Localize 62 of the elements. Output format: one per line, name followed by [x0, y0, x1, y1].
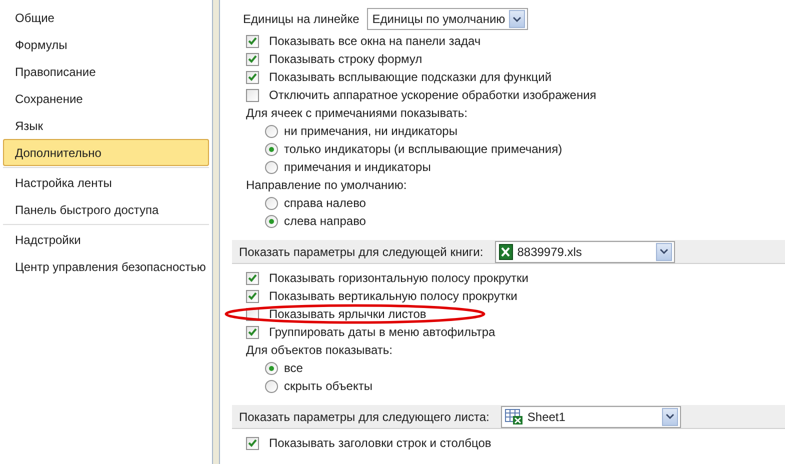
section-title: Показать параметры для следующей книги: [239, 244, 484, 260]
checkbox[interactable] [246, 88, 259, 102]
radio-button[interactable] [265, 142, 278, 156]
radio-label: справа налево [284, 195, 366, 212]
checkbox[interactable] [246, 290, 259, 302]
section-dropdown[interactable]: Sheet1 [501, 406, 682, 428]
checkbox-label: Показывать всплывающие подсказки для функций [269, 69, 552, 86]
checkbox[interactable] [246, 272, 259, 284]
sheet-grid-icon [505, 408, 524, 424]
radio-button[interactable] [265, 160, 278, 174]
check-icon [248, 439, 257, 447]
check-icon [248, 37, 257, 45]
radio-label: слева направо [284, 213, 366, 230]
sidebar-item[interactable]: Дополнительно [3, 139, 209, 166]
dropdown-caret-icon [509, 10, 526, 28]
checkbox[interactable] [246, 70, 259, 84]
checkbox-label: Отключить аппаратное ускорение обработки изображения [269, 87, 596, 104]
spreadsheet-file-icon [499, 244, 514, 260]
radio-label: примечания и индикаторы [284, 159, 431, 176]
ruler-units-label: Единицы на линейке [243, 11, 360, 28]
group-label: Направление по умолчанию: [246, 177, 407, 194]
group-label: Для объектов показывать: [246, 342, 392, 359]
group-label: Для ячеек с примечаниями показывать: [246, 105, 468, 122]
sidebar-item[interactable]: Панель быстрого доступа [3, 196, 209, 223]
radio-label: только индикаторы (и всплывающие примечания) [284, 141, 562, 158]
section-dropdown[interactable]: 8839979.xls [495, 240, 676, 262]
radio-label: все [284, 360, 303, 377]
checkbox[interactable] [246, 34, 259, 48]
sidebar-item[interactable]: Надстройки [3, 226, 209, 253]
dropdown-caret-icon [656, 242, 672, 260]
radio-button[interactable] [265, 380, 278, 392]
sidebar-item[interactable]: Правописание [3, 58, 209, 85]
check-icon [248, 328, 257, 336]
sidebar-item[interactable]: Язык [3, 112, 209, 139]
check-icon [248, 73, 257, 81]
dropdown-caret-icon [662, 408, 678, 426]
checkbox-label: Показывать горизонтальную полосу прокрутки [269, 270, 528, 287]
checkbox[interactable] [246, 436, 259, 450]
check-icon [248, 292, 257, 300]
checkbox[interactable] [246, 52, 259, 66]
sidebar-item[interactable]: Настройка ленты [3, 169, 209, 196]
radio-button[interactable] [265, 196, 278, 210]
checkbox[interactable] [246, 326, 259, 338]
ruler-units-dropdown[interactable]: Единицы по умолчанию [367, 8, 528, 30]
sidebar-item[interactable]: Общие [3, 4, 209, 31]
radio-label: скрыть объекты [284, 378, 372, 395]
check-icon [248, 55, 257, 63]
checkbox-label: Показывать вертикальную полосу прокрутки [269, 288, 518, 305]
sidebar-item[interactable]: Центр управления безопасностью [3, 253, 209, 280]
sidebar-item[interactable]: Сохранение [3, 85, 209, 112]
radio-label: ни примечания, ни индикаторы [284, 123, 458, 140]
check-icon [248, 274, 257, 282]
sidebar-item[interactable]: Формулы [3, 31, 209, 58]
radio-button[interactable] [265, 362, 278, 374]
checkbox-label: Показывать все окна на панели задач [269, 33, 481, 50]
radio-button[interactable] [265, 214, 278, 228]
checkbox-label: Показывать заголовки строк и столбцов [269, 435, 492, 452]
section-title: Показать параметры для следующего листа: [239, 408, 490, 426]
checkbox-label: Показывать строку формул [269, 51, 422, 68]
radio-button[interactable] [265, 124, 278, 138]
checkbox-label: Показывать ярлычки листов [269, 306, 426, 323]
checkbox-label: Группировать даты в меню автофильтра [269, 324, 496, 341]
